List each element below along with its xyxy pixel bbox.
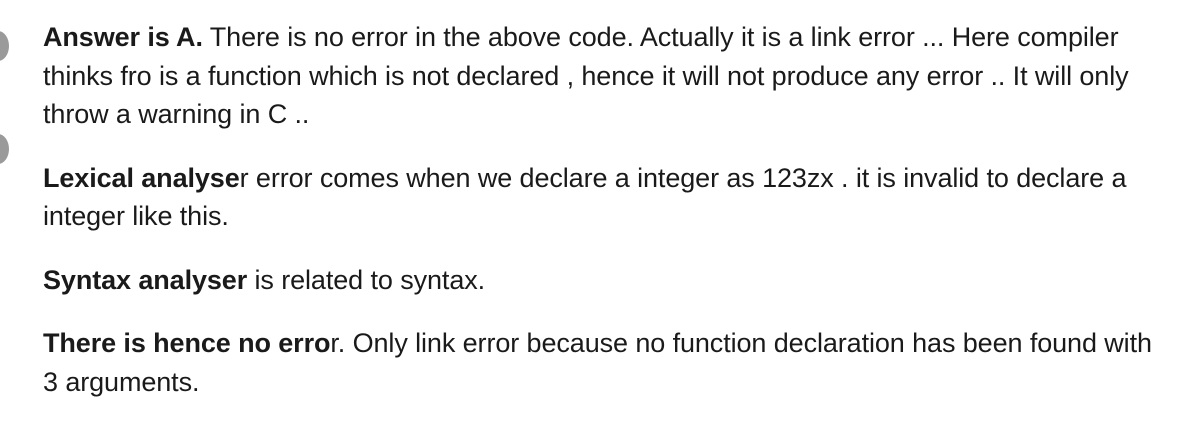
- paragraph-syntax: Syntax analyser is related to syntax.: [43, 261, 1163, 300]
- answer-text: There is no error in the above code. Act…: [43, 22, 1129, 129]
- answer-content: Answer is A. There is no error in the ab…: [43, 18, 1163, 426]
- answer-label: Answer is A.: [43, 22, 203, 52]
- paragraph-conclusion: There is hence no error. Only link error…: [43, 324, 1163, 401]
- lexical-label: Lexical analyse: [43, 162, 240, 193]
- conclusion-label: There is hence no erro: [43, 328, 331, 358]
- left-edge-avatar-fragment-2: [0, 134, 9, 164]
- syntax-label: Syntax analyser: [43, 264, 248, 295]
- left-edge-avatar-fragment-1: [0, 31, 9, 61]
- syntax-text: is related to syntax.: [247, 264, 486, 295]
- paragraph-answer: Answer is A. There is no error in the ab…: [43, 18, 1163, 134]
- paragraph-lexical: Lexical analyser error comes when we dec…: [43, 159, 1163, 236]
